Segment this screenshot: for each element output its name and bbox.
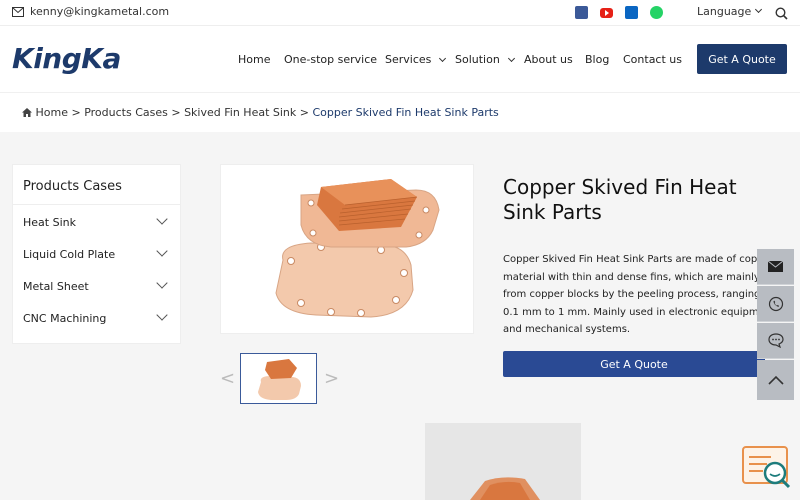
nav-solution[interactable]: Solution bbox=[455, 53, 515, 66]
product-description: Copper Skived Fin Heat Sink Parts are ma… bbox=[503, 254, 761, 336]
youtube-icon[interactable] bbox=[600, 8, 613, 18]
logo[interactable]: KingKa bbox=[12, 42, 121, 75]
top-bar: kenny@kingkametal.com Language bbox=[0, 0, 800, 26]
envelope-icon bbox=[768, 261, 783, 272]
back-to-top-button[interactable] bbox=[757, 360, 794, 400]
sidebar-title: Products Cases bbox=[13, 165, 180, 205]
header-quote-button[interactable]: Get A Quote bbox=[697, 44, 787, 74]
chevron-down-icon bbox=[439, 54, 447, 62]
breadcrumb-products[interactable]: Products Cases bbox=[84, 106, 168, 119]
product-thumbnail[interactable] bbox=[240, 353, 317, 404]
next-image-button[interactable]: > bbox=[324, 368, 339, 389]
breadcrumb-separator: > bbox=[171, 106, 181, 119]
email-float-button[interactable] bbox=[757, 249, 794, 285]
sidebar-item-label: CNC Machining bbox=[23, 312, 107, 325]
sidebar-item-label: Heat Sink bbox=[23, 216, 76, 229]
linkedin-icon[interactable] bbox=[625, 6, 638, 19]
sidebar-item-label: Liquid Cold Plate bbox=[23, 248, 116, 261]
sidebar-item-heat-sink[interactable]: Heat Sink bbox=[13, 205, 180, 237]
nav-one-stop-service[interactable]: One-stop service bbox=[284, 53, 377, 66]
chevron-down-icon bbox=[755, 5, 763, 14]
facebook-icon[interactable] bbox=[575, 6, 588, 19]
prev-image-button[interactable]: < bbox=[220, 368, 235, 389]
chat-icon bbox=[767, 333, 784, 348]
product-main-image[interactable] bbox=[220, 164, 474, 334]
home-icon bbox=[22, 108, 32, 117]
whatsapp-float-button[interactable] bbox=[757, 286, 794, 322]
language-selector[interactable]: Language bbox=[697, 5, 763, 18]
breadcrumb-separator: > bbox=[299, 106, 309, 119]
chevron-down-icon[interactable] bbox=[156, 213, 168, 225]
nav-home[interactable]: Home bbox=[238, 53, 270, 66]
chevron-down-icon[interactable] bbox=[156, 277, 168, 289]
email-text: kenny@kingkametal.com bbox=[30, 5, 170, 18]
phone-icon bbox=[768, 296, 783, 311]
breadcrumb-home[interactable]: Home bbox=[36, 106, 68, 119]
email-link[interactable]: kenny@kingkametal.com bbox=[12, 5, 169, 18]
live-chat-widget[interactable] bbox=[741, 445, 793, 489]
chat-search-icon bbox=[742, 446, 791, 489]
nav-label: About us bbox=[524, 53, 573, 66]
breadcrumb-separator: > bbox=[71, 106, 81, 119]
nav-label: Contact us bbox=[623, 53, 682, 66]
product-quote-button[interactable]: Get A Quote bbox=[503, 351, 765, 377]
nav-about-us[interactable]: About us bbox=[524, 53, 573, 66]
nav-services[interactable]: Services bbox=[385, 53, 447, 66]
nav-label: Services bbox=[385, 53, 432, 66]
breadcrumb-current: Copper Skived Fin Heat Sink Parts bbox=[312, 106, 499, 119]
search-icon[interactable] bbox=[775, 5, 788, 24]
chevron-down-icon[interactable] bbox=[156, 245, 168, 257]
sidebar-item-liquid-cold-plate[interactable]: Liquid Cold Plate bbox=[13, 237, 180, 269]
chevron-down-icon[interactable] bbox=[156, 309, 168, 321]
chat-float-button[interactable] bbox=[757, 323, 794, 359]
whatsapp-icon[interactable] bbox=[650, 6, 663, 19]
breadcrumb: Home > Products Cases > Skived Fin Heat … bbox=[0, 92, 800, 132]
nav-label: Solution bbox=[455, 53, 500, 66]
language-label: Language bbox=[697, 5, 752, 18]
product-detail-image bbox=[425, 423, 581, 500]
sidebar-item-label: Metal Sheet bbox=[23, 280, 89, 293]
social-links bbox=[575, 6, 663, 19]
nav-contact-us[interactable]: Contact us bbox=[623, 53, 682, 66]
nav-label: Home bbox=[238, 53, 271, 66]
product-title: Copper Skived Fin Heat Sink Parts bbox=[503, 175, 737, 224]
category-sidebar: Products Cases Heat Sink Liquid Cold Pla… bbox=[12, 164, 181, 344]
header: KingKa Home One-stop service Services So… bbox=[0, 26, 800, 92]
envelope-icon bbox=[12, 6, 24, 17]
nav-label: Blog bbox=[585, 53, 610, 66]
chevron-up-icon bbox=[767, 375, 784, 385]
sidebar-item-metal-sheet[interactable]: Metal Sheet bbox=[13, 269, 180, 301]
nav-blog[interactable]: Blog bbox=[585, 53, 609, 66]
nav-label: One-stop service bbox=[284, 53, 378, 66]
sidebar-item-cnc-machining[interactable]: CNC Machining bbox=[13, 301, 180, 333]
breadcrumb-category[interactable]: Skived Fin Heat Sink bbox=[184, 106, 296, 119]
chevron-down-icon bbox=[507, 54, 515, 62]
